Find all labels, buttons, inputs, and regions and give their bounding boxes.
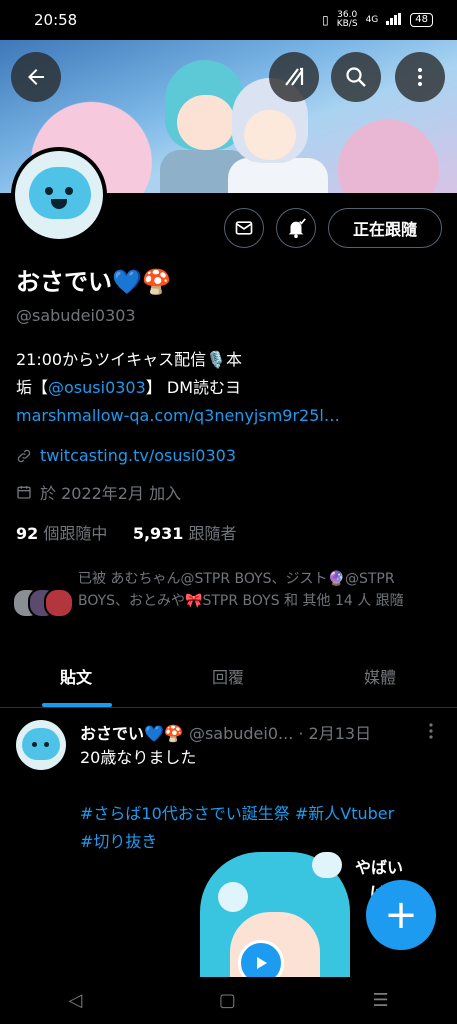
more-vertical-icon [418, 68, 422, 86]
nav-home-icon[interactable]: ▢ [219, 990, 236, 1011]
followers-count: 5,931 [132, 524, 184, 543]
grok-icon [285, 67, 304, 86]
status-icons: ▯ 36.0 KB/S 4G 48 [322, 11, 433, 29]
grok-button[interactable] [269, 52, 319, 102]
profile-name: おさでい💙🍄 [16, 268, 172, 296]
net-speed: 36.0 KB/S [337, 11, 358, 29]
signal-icon [386, 12, 402, 28]
profile-tabs: 貼文 回覆 媒體 [0, 655, 457, 708]
avatar-mascot [29, 167, 91, 219]
post-date: · 2月13日 [298, 724, 372, 743]
post-more-button[interactable] [424, 722, 438, 744]
post-header: おさでい💙🍄 @sabudei0... · 2月13日 [80, 720, 371, 744]
search-icon [346, 67, 366, 87]
following-link[interactable]: 92 個跟隨中 [16, 524, 107, 543]
nav-recents-icon[interactable]: ☰ [373, 990, 389, 1011]
website-link[interactable]: twitcasting.tv/osusi0303 [40, 446, 236, 465]
calendar-icon [17, 486, 31, 499]
bell-check-icon [288, 218, 306, 239]
arrow-left-icon [28, 69, 44, 85]
post-avatar-mascot [22, 728, 60, 760]
profile-bio: 21:00からツイキャス配信🎙️本 垢【@osusi0303】 DM読むヨ ma… [16, 346, 436, 430]
followers-label: 跟隨者 [188, 524, 237, 543]
post-text: 20歳なりました #さらば10代おさでい誕生祭 #新人Vtuber #切り抜き [80, 744, 440, 856]
bio-line-2-suffix: 】 DM読むヨ [145, 378, 241, 397]
play-icon [257, 957, 267, 969]
plus-icon: + [384, 892, 418, 938]
followers-link[interactable]: 5,931 跟隨者 [133, 524, 237, 543]
compose-button[interactable]: + [366, 880, 436, 950]
system-nav-bar: ◁ ▢ ☰ [0, 976, 457, 1024]
following-count: 92 [16, 524, 39, 543]
profile-avatar[interactable] [11, 147, 107, 243]
post-hashtags-1[interactable]: #さらば10代おさでい誕生祭 #新人Vtuber [80, 800, 440, 828]
battery-indicator: 48 [410, 13, 433, 27]
bio-line-2: 垢【@osusi0303】 DM読むヨ [16, 374, 436, 402]
banner-character-2-face [244, 110, 296, 160]
envelope-icon [235, 221, 253, 235]
banner-character-2-body [228, 158, 328, 193]
post-text-line: 20歳なりました [80, 748, 197, 767]
post-author-name[interactable]: おさでい💙🍄 [80, 724, 184, 743]
more-vertical-icon [429, 723, 433, 739]
following-button[interactable]: 正在跟隨 [328, 208, 442, 248]
post-avatar-eye-right [44, 742, 49, 747]
status-bar: 20:58 ▯ 36.0 KB/S 4G 48 [0, 0, 457, 40]
avatar-eye-left [45, 187, 53, 195]
tab-media[interactable]: 媒體 [304, 655, 456, 707]
more-button[interactable] [395, 52, 445, 102]
nav-back-icon[interactable]: ◁ [68, 990, 82, 1011]
follow-counts: 92 個跟隨中 5,931 跟隨者 [16, 520, 237, 544]
mutual-avatar-3 [44, 588, 74, 618]
post-avatar[interactable] [16, 720, 66, 770]
avatar-image [15, 151, 103, 239]
back-button[interactable] [11, 52, 61, 102]
message-button[interactable] [224, 208, 264, 248]
tab-replies[interactable]: 回覆 [152, 655, 304, 707]
video-ear-left [218, 882, 248, 912]
status-time: 20:58 [34, 11, 78, 29]
bio-line-1: 21:00からツイキャス配信🎙️本 [16, 350, 243, 369]
post-text-spacer [80, 772, 440, 800]
bio-mention-link[interactable]: @osusi0303 [48, 378, 146, 397]
vibrate-icon: ▯ [322, 13, 329, 27]
video-ear-right [312, 852, 342, 878]
search-button[interactable] [331, 52, 381, 102]
signal-label: 4G [365, 15, 379, 25]
profile-handle: @sabudei0303 [16, 306, 136, 325]
active-tab-indicator [42, 703, 112, 707]
post-avatar-eye-left [32, 742, 37, 747]
net-speed-unit: KB/S [336, 19, 358, 29]
notifications-button[interactable] [276, 208, 316, 248]
bio-line-2-prefix: 垢【 [16, 378, 49, 397]
joined-row: 於 2022年2月 加入 [16, 480, 181, 504]
joined-date: 於 2022年2月 加入 [40, 484, 182, 503]
following-label: 個跟隨中 [43, 524, 108, 543]
link-icon [17, 449, 31, 462]
avatar-eye-right [65, 187, 73, 195]
post-author-handle: @sabudei0... [188, 724, 294, 743]
banner-character-1-face [177, 95, 235, 150]
mutual-followers-text: 已被 あむちゃん@STPR BOYS、ジスト🔮@STPR BOYS、おとみや🎀S… [78, 571, 404, 609]
bio-url-link[interactable]: marshmallow-qa.com/q3nenyjsm9r25l… [16, 402, 436, 430]
tab-posts[interactable]: 貼文 [0, 655, 152, 707]
video-caption-1: やばい [355, 858, 404, 877]
website-row: twitcasting.tv/osusi0303 [16, 446, 236, 465]
